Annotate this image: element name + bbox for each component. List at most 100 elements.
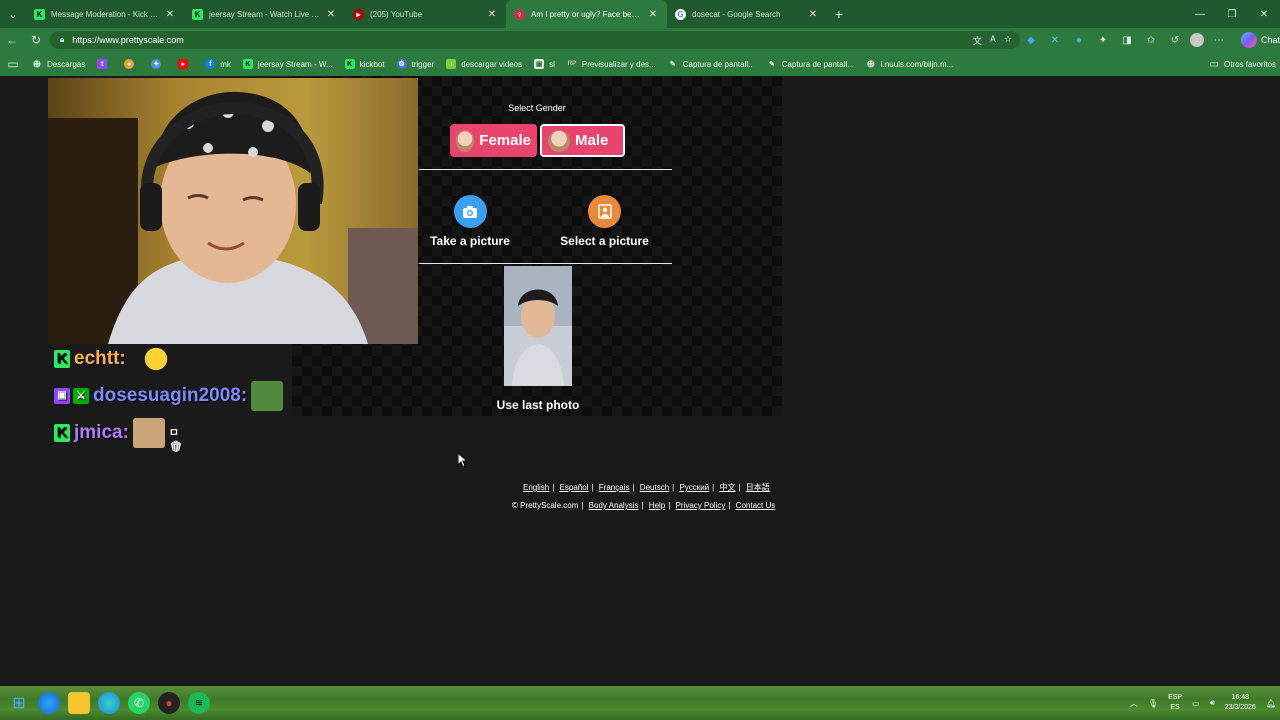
close-icon[interactable]: ✕ [807,9,819,20]
split-screen-icon[interactable]: ◨ [1118,31,1136,49]
help-link[interactable]: Help [649,501,665,510]
extension-globe-icon[interactable]: ● [1070,31,1088,49]
extension-puzzle-icon[interactable]: ✦ [1094,31,1112,49]
bookmark-duck[interactable]: ● [118,52,145,76]
clock-date: 23/3/2026 [1224,704,1256,711]
bookmark-inuuls[interactable]: ⊕ i.nuuls.com/biljn.m... [860,52,959,76]
extension-translate-icon[interactable]: ✕ [1046,31,1064,49]
bookmark-mk[interactable]: f mk [199,52,237,76]
restore-button[interactable]: ❐ [1216,0,1248,28]
webcam-image [48,78,418,344]
notification-icon[interactable]: 🔔︎ [1266,699,1276,708]
close-window-button[interactable]: ✕ [1248,0,1280,28]
bookmark-youtube[interactable]: ▸ [172,52,199,76]
translate-icon[interactable]: 文 [973,34,982,47]
windows-start-icon[interactable]: ⊞ [8,692,30,714]
arrow-left-icon: ← [6,33,18,47]
close-icon[interactable]: ✕ [325,9,337,20]
network-icon[interactable]: ▭ [1192,699,1200,708]
back-button[interactable]: ← [0,28,24,52]
copilot-chat-button[interactable]: Chat [1240,31,1280,49]
select-picture-button[interactable]: Select a picture [558,195,651,248]
close-icon[interactable]: ✕ [164,9,176,20]
bookmark-jeersay-stream[interactable]: Kjeersay Stream - W... [237,52,339,76]
tab-title: (205) YouTube [370,9,423,19]
gear-icon: ⚙ [396,59,407,69]
tab-prettyscale[interactable]: ♀ Am I pretty or ugly? Face beauty a ✕ [506,0,667,28]
pepe-emote-icon [251,380,284,411]
favorites-icon[interactable]: ✩ [1142,31,1160,49]
edge-beta-icon[interactable] [98,692,120,714]
take-picture-button[interactable]: Take a picture [428,195,512,248]
other-bookmarks[interactable]: ▭ Otros favoritos [1210,52,1280,76]
profile-avatar-icon[interactable] [1190,33,1204,47]
more-menu-icon[interactable]: ⋯ [1210,31,1228,49]
chat-message: K echtt: [54,340,294,377]
lang-japanese-link[interactable]: 日本語 [746,483,770,492]
history-icon[interactable]: ↺ [1166,31,1184,49]
reload-button[interactable]: ↻ [24,28,48,52]
female-button[interactable]: Female [450,124,537,157]
bookmark-captura-1[interactable]: ✎ Captura de pantall... [662,52,761,76]
new-tab-button[interactable]: + [827,6,851,22]
minimize-button[interactable]: — [1184,0,1216,28]
chat-username: dosesuagin2008: [93,384,248,406]
globe-icon: ⊕ [32,58,42,70]
close-icon[interactable]: ✕ [486,9,498,20]
cat-emote-icon [132,417,165,448]
bookmark-trigger[interactable]: ⚙ trigger [391,52,441,76]
bookmark-previsualizar[interactable]: RP Previsualizar y des... [561,52,662,76]
clock[interactable]: 16:48 23/3/2026 [1225,693,1256,713]
lang-russian-link[interactable]: Русский [679,483,709,492]
edge-icon[interactable] [38,692,60,714]
read-aloud-icon[interactable]: A [990,34,996,47]
address-bar[interactable]: 🔒︎ https://www.prettyscale.com 文 A ☆ [50,31,1020,49]
gallery-icon [588,195,621,228]
male-button[interactable]: Male [540,124,625,157]
bookmark-descargas[interactable]: ⊕ Descargas [26,52,91,76]
obs-icon[interactable]: ● [158,692,180,714]
use-last-photo-label[interactable]: Use last photo [474,398,602,412]
whatsapp-icon[interactable]: ✆ [128,692,150,714]
lang-english-link[interactable]: English [523,483,549,492]
file-explorer-icon[interactable] [68,692,90,714]
tab-title: jeersay Stream - Watch Live on Ki [209,9,321,19]
pen-icon: ✎ [768,61,775,68]
extensions-area: ◆ ✕ ● ✦ ◨ ✩ ↺ ⋯ [1022,28,1228,52]
lang-deutsch-link[interactable]: Deutsch [640,483,669,492]
copilot-icon [1240,32,1257,48]
volume-icon[interactable]: 🔊︎ [1210,698,1215,708]
bookmark-puzzle[interactable]: ✦ [145,52,172,76]
tab-jeersay-stream[interactable]: K jeersay Stream - Watch Live on Ki ✕ [184,0,345,28]
bookmark-kickbot[interactable]: Kkickbot [339,52,391,76]
contact-us-link[interactable]: Contact Us [736,501,776,510]
spotify-icon[interactable]: ≋ [188,692,210,714]
chevron-up-icon[interactable]: ︿ [1130,698,1138,709]
bookmark-descargar-videos[interactable]: ↓ descargar videos [440,52,528,76]
popcorn-emote-icon: ㅁ🍿︎ [168,426,183,453]
bookmark-captura-2[interactable]: ✎ Captura de pantall... [761,52,860,76]
sidebar-toggle-icon[interactable]: ▭ [0,52,26,76]
extension-shield-icon[interactable]: ◆ [1022,31,1040,49]
lang-chinese-link[interactable]: 中文 [719,483,735,492]
microphone-icon[interactable]: 🎙︎ [1148,699,1158,708]
select-picture-label: Select a picture [560,234,649,248]
bookmark-twitch[interactable]: t [91,52,118,76]
lang-espanol-link[interactable]: Español [560,483,589,492]
female-face-icon [456,129,475,152]
close-icon[interactable]: ✕ [647,9,659,20]
tab-youtube[interactable]: ▸ (205) YouTube ✕ [345,0,506,28]
last-photo-thumbnail[interactable] [504,266,572,386]
lang-bottom: ES [1170,704,1180,711]
bookmark-sl[interactable]: ▣ sl [528,52,561,76]
lang-francais-link[interactable]: Français [599,483,630,492]
privacy-policy-link[interactable]: Privacy Policy [676,501,726,510]
tab-kick-moderation[interactable]: K Message Moderation - Kick Dash ✕ [26,0,184,28]
tab-google-search[interactable]: G dosecat - Google Search ✕ [667,0,827,28]
language-indicator[interactable]: ESP ES [1168,693,1182,713]
duck-icon: ● [124,59,135,69]
body-analysis-link[interactable]: Body Analysis [589,501,639,510]
youtube-icon: ▸ [178,59,189,69]
tab-actions-menu-button[interactable]: ⌄ [0,0,26,28]
favorite-star-icon[interactable]: ☆ [1004,34,1012,47]
